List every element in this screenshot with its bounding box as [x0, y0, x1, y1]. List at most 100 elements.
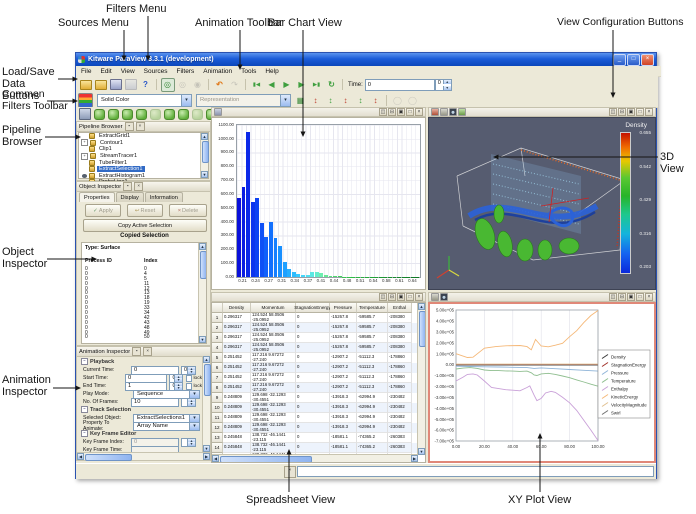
help-icon[interactable]: ?	[139, 78, 153, 92]
collapse-icon[interactable]: −	[81, 358, 88, 365]
redo-camera-icon[interactable]	[440, 108, 448, 116]
clip-icon[interactable]	[93, 107, 106, 121]
scroll-up-icon[interactable]: ▲	[201, 133, 208, 140]
maximize-view-icon[interactable]: □	[636, 108, 644, 116]
tab-properties[interactable]: Properties	[79, 192, 115, 202]
close-panel-icon[interactable]: ×	[136, 122, 145, 131]
scroll-up-icon[interactable]: ▲	[199, 243, 206, 250]
split-vertical-icon[interactable]: ⊟	[388, 293, 396, 301]
pick-center-icon[interactable]: ◯	[406, 93, 420, 107]
capture-plot-icon[interactable]	[440, 293, 448, 301]
stream-tracer-icon[interactable]	[177, 107, 190, 121]
column-header-density[interactable]: Density	[223, 303, 251, 313]
split-horizontal-icon[interactable]: ◫	[609, 293, 617, 301]
rescale-over-time-icon[interactable]: ↕	[354, 93, 368, 107]
split-horizontal-icon[interactable]: ◫	[609, 108, 617, 116]
close-button[interactable]: ×	[641, 54, 654, 66]
scrollbar-thumb[interactable]	[220, 456, 312, 463]
menu-help[interactable]: Help	[265, 68, 278, 75]
close-view-icon[interactable]: ×	[645, 108, 653, 116]
scrollbar-thumb[interactable]	[85, 454, 132, 461]
section-playback[interactable]: −Playback	[81, 358, 114, 365]
warp-vector-icon[interactable]	[191, 107, 204, 121]
spin-down-icon[interactable]: ▼	[187, 402, 195, 406]
spin-up-icon[interactable]: ▲	[443, 80, 451, 84]
field-combo[interactable]: Array Name▾	[133, 422, 200, 431]
select-points-icon[interactable]: ◉	[191, 78, 205, 92]
spin-down-icon[interactable]: ▼	[443, 86, 451, 90]
undo-icon[interactable]: ↶	[213, 78, 227, 92]
row-number-header[interactable]	[212, 303, 223, 313]
column-header-momentum[interactable]: Momentum	[251, 303, 296, 313]
color-legend-bar[interactable]	[620, 132, 631, 274]
scroll-up-icon[interactable]: ▲	[418, 303, 425, 310]
maximize-view-icon[interactable]: □	[406, 108, 414, 116]
extract-subset-icon[interactable]	[149, 107, 162, 121]
float-panel-icon[interactable]: ▪	[125, 122, 134, 131]
copy-active-selection-button[interactable]: Copy Active Selection	[83, 219, 207, 232]
scrollbar-thumb[interactable]	[204, 364, 211, 396]
undo-camera-icon[interactable]	[431, 108, 439, 116]
menu-edit[interactable]: Edit	[100, 68, 111, 75]
vcr-last-frame-icon[interactable]: ▶▮	[310, 78, 324, 92]
menu-animation[interactable]: Animation	[203, 68, 232, 75]
maximize-view-icon[interactable]: □	[406, 293, 414, 301]
scrollbar-thumb[interactable]	[200, 251, 207, 279]
capture-chart-icon[interactable]	[214, 108, 222, 116]
scroll-left-icon[interactable]: ◀	[212, 455, 219, 462]
vcr-previous-frame-icon[interactable]: ◀	[265, 78, 279, 92]
minimize-button[interactable]: _	[613, 54, 626, 66]
rubber-band-select-icon[interactable]: ◎	[161, 78, 175, 92]
menu-view[interactable]: View	[121, 68, 135, 75]
float-panel-icon[interactable]: ▪	[132, 347, 141, 356]
field-input[interactable]: 10	[131, 398, 179, 407]
collapse-icon[interactable]: −	[81, 430, 88, 437]
reset-range-icon[interactable]: ↕	[309, 93, 323, 107]
apply-button[interactable]: ✓Apply	[85, 204, 121, 217]
split-horizontal-icon[interactable]: ◫	[379, 293, 387, 301]
eye-icon[interactable]	[82, 174, 87, 178]
rescale-to-custom-range-icon[interactable]: ↕	[339, 93, 353, 107]
spreadsheet-hscrollbar[interactable]: ◀ ▶	[212, 454, 418, 462]
time-stepper[interactable]: 0▲▼	[435, 79, 452, 91]
detach-view-icon[interactable]: ▣	[627, 293, 635, 301]
scroll-left-icon[interactable]: ◀	[77, 453, 84, 460]
animation-vscrollbar[interactable]: ▲ ▼	[202, 356, 210, 452]
split-vertical-icon[interactable]: ⊟	[388, 108, 396, 116]
redo-icon[interactable]: ↷	[228, 78, 242, 92]
pipeline-item-clip1[interactable]: Clip1	[79, 146, 208, 153]
column-header-enthal[interactable]: Enthal	[388, 303, 412, 313]
scroll-down-icon[interactable]: ▼	[199, 336, 206, 343]
color-by-combo[interactable]: Solid Color ▾	[97, 94, 192, 107]
column-header-temperature[interactable]: Temperature	[357, 303, 388, 313]
scroll-right-icon[interactable]: ▶	[203, 453, 210, 460]
scroll-down-icon[interactable]: ▼	[201, 171, 208, 178]
vcr-play-icon[interactable]: ▶	[280, 78, 294, 92]
edit-color-map-icon[interactable]: ▦	[294, 93, 308, 107]
disconnect-server-icon[interactable]	[124, 78, 138, 92]
threshold-icon[interactable]	[135, 107, 148, 121]
pipeline-item-streamtracer1[interactable]: +StreamTracer1	[79, 153, 208, 160]
scrollbar-thumb[interactable]	[202, 141, 209, 163]
open-file-icon[interactable]	[79, 78, 93, 92]
lock-checkbox[interactable]	[186, 375, 192, 382]
pipeline-item-extractgrid1[interactable]: ExtractGrid1	[79, 133, 208, 140]
connect-server-icon[interactable]	[109, 78, 123, 92]
reset-camera-icon[interactable]	[458, 108, 466, 116]
section-track-selection[interactable]: −Track Selection	[81, 406, 131, 413]
close-panel-icon[interactable]: ×	[134, 182, 143, 191]
color-well-button[interactable]	[78, 93, 93, 108]
menu-tools[interactable]: Tools	[241, 68, 256, 75]
detach-view-icon[interactable]: ▣	[397, 293, 405, 301]
pipeline-item-extractselection1[interactable]: ExtractSelection1	[79, 166, 208, 173]
contour-icon[interactable]	[107, 107, 120, 121]
collapse-icon[interactable]: −	[81, 406, 88, 413]
split-vertical-icon[interactable]: ⊟	[618, 108, 626, 116]
rescale-to-data-range-icon[interactable]: ↕	[324, 93, 338, 107]
menu-file[interactable]: File	[81, 68, 91, 75]
cancel-progress-icon[interactable]: ×	[284, 466, 296, 478]
reset-button[interactable]: ↩Reset	[127, 204, 163, 217]
scroll-up-icon[interactable]: ▲	[203, 356, 210, 363]
scroll-right-icon[interactable]: ▶	[411, 455, 418, 462]
vcr-loop-icon[interactable]: ↻	[325, 78, 339, 92]
